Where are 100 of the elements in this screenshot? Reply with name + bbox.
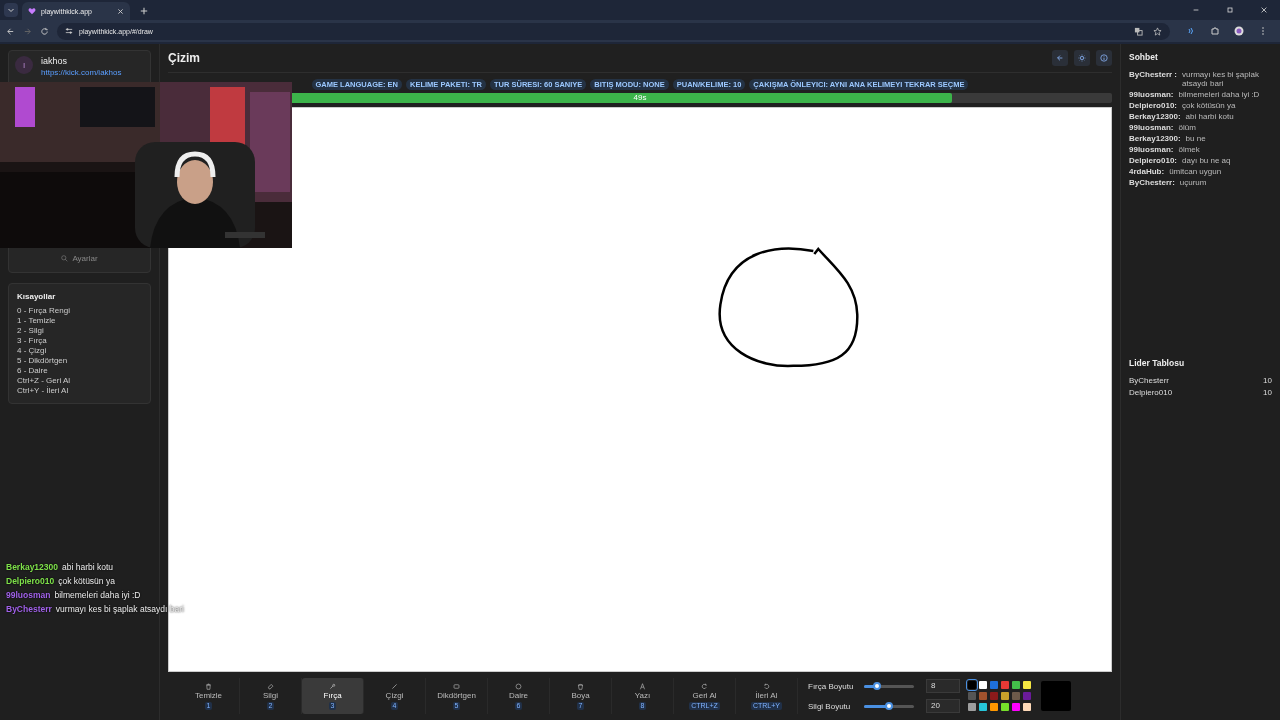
chat-username: Delpiero010: bbox=[1129, 156, 1178, 165]
chat-title: Sohbet bbox=[1129, 52, 1159, 62]
size-slider[interactable] bbox=[864, 684, 914, 688]
color-swatch[interactable] bbox=[1001, 681, 1009, 689]
chat-username: Berkay12300: bbox=[1129, 112, 1181, 121]
restore-icon[interactable] bbox=[1226, 6, 1234, 14]
color-swatch[interactable] bbox=[1001, 703, 1009, 711]
shortcut-item: Ctrl+Y - İleri Al bbox=[17, 386, 70, 395]
stream-chat-line: Delpiero010 çok kötüsün ya bbox=[6, 576, 116, 586]
back-button[interactable] bbox=[1052, 50, 1068, 66]
color-swatch[interactable] bbox=[1023, 681, 1031, 689]
settings-button[interactable]: Ayarlar bbox=[55, 253, 104, 264]
site-settings-icon[interactable] bbox=[65, 27, 73, 35]
color-swatch[interactable] bbox=[990, 692, 998, 700]
new-tab-icon[interactable] bbox=[140, 7, 148, 15]
player-score: 10 bbox=[1263, 388, 1272, 397]
color-swatch[interactable] bbox=[968, 692, 976, 700]
sun-icon bbox=[1078, 54, 1086, 62]
chat-message: bu ne bbox=[1185, 134, 1206, 143]
shortcut-item: 4 - Çizgi bbox=[17, 346, 48, 355]
shortcut-item: 3 - Fırça bbox=[17, 336, 48, 345]
info-icon bbox=[1100, 54, 1108, 62]
slider-thumb[interactable] bbox=[872, 682, 881, 690]
minimize-icon[interactable] bbox=[1192, 6, 1200, 14]
heart-icon bbox=[28, 7, 36, 15]
line-icon bbox=[391, 682, 398, 690]
user-avatar: I bbox=[15, 56, 33, 74]
drawing-canvas[interactable] bbox=[168, 107, 1112, 672]
translate-icon[interactable] bbox=[1134, 26, 1143, 36]
timer-label: 49s bbox=[633, 93, 647, 103]
shortcut-item: 6 - Daire bbox=[17, 366, 49, 375]
user-name: iakhos bbox=[41, 56, 68, 66]
color-swatch[interactable] bbox=[1012, 703, 1020, 711]
color-swatch[interactable] bbox=[990, 681, 998, 689]
chat-username: ByChesterr: bbox=[1129, 178, 1175, 187]
slider-label: Silgi Boyutu bbox=[808, 701, 852, 711]
color-swatch[interactable] bbox=[1012, 692, 1020, 700]
color-swatch[interactable] bbox=[968, 703, 976, 711]
chat-username: ByChesterr : bbox=[1129, 70, 1177, 81]
forward-icon[interactable] bbox=[23, 26, 32, 36]
color-swatch[interactable] bbox=[1012, 681, 1020, 689]
chat-message: ölüm bbox=[1178, 123, 1196, 132]
player-name: ByChesterr bbox=[1129, 376, 1169, 385]
color-swatch[interactable] bbox=[979, 681, 987, 689]
player-name: Delpiero010 bbox=[1129, 388, 1173, 397]
color-swatch[interactable] bbox=[979, 692, 987, 700]
player-score: 10 bbox=[1263, 376, 1272, 385]
chat-message: abi harbi kotu bbox=[1185, 112, 1234, 121]
stream-chat-line: 99luosman bilmemeleri daha iyi :D bbox=[6, 590, 142, 600]
color-swatch[interactable] bbox=[990, 703, 998, 711]
chat-message: çok kötüsün ya bbox=[1182, 101, 1236, 110]
chat-username: 99luosman: bbox=[1129, 123, 1174, 132]
arrow-left-icon bbox=[1056, 54, 1064, 62]
chat-username: Berkay12300: bbox=[1129, 134, 1181, 143]
color-swatch[interactable] bbox=[1001, 692, 1009, 700]
star-icon[interactable] bbox=[1153, 26, 1162, 36]
chat-message: bilmemeleri daha iyi :D bbox=[1178, 90, 1260, 99]
shortcut-item: 1 - Temizle bbox=[17, 316, 57, 325]
chat-username: 4rdaHub: bbox=[1129, 167, 1165, 176]
slider-label: Fırça Boyutu bbox=[808, 681, 855, 691]
chat-message: uçurum bbox=[1179, 178, 1207, 187]
trash-icon bbox=[205, 682, 212, 690]
search-icon bbox=[61, 255, 69, 262]
stream-chat-line: Berkay12300 abi harbi kotu bbox=[6, 562, 115, 572]
close-icon[interactable] bbox=[117, 7, 124, 15]
size-input[interactable]: 8 bbox=[926, 679, 960, 693]
reload-icon[interactable] bbox=[40, 26, 49, 36]
chat-username: 99luosman: bbox=[1129, 145, 1174, 154]
color-swatch[interactable] bbox=[968, 681, 976, 689]
color-swatch[interactable] bbox=[1023, 692, 1031, 700]
profile-avatar-icon[interactable] bbox=[1234, 26, 1244, 36]
size-slider[interactable] bbox=[864, 704, 914, 708]
chat-message: ölmek bbox=[1178, 145, 1200, 154]
tab-list-icon[interactable] bbox=[4, 3, 18, 17]
letter-icon bbox=[639, 682, 646, 690]
circle-icon bbox=[515, 682, 522, 690]
chat-username: Delpiero010: bbox=[1129, 101, 1178, 110]
shortcut-item: 2 - Silgi bbox=[17, 326, 45, 335]
close-icon[interactable] bbox=[1260, 6, 1268, 14]
slider-thumb[interactable] bbox=[885, 702, 893, 710]
info-button[interactable] bbox=[1096, 50, 1112, 66]
color-swatch[interactable] bbox=[1023, 703, 1031, 711]
chat-message: ümitcan uygun bbox=[1169, 167, 1222, 176]
undo-icon bbox=[701, 682, 708, 690]
broadcast-icon[interactable] bbox=[1186, 26, 1196, 36]
brush-icon bbox=[329, 682, 336, 690]
color-swatch[interactable] bbox=[979, 703, 987, 711]
shortcut-item: 0 - Fırça Rengi bbox=[17, 306, 71, 315]
current-color-swatch[interactable] bbox=[1041, 681, 1071, 711]
shortcuts-title: Kısayollar bbox=[17, 292, 57, 301]
stream-chat-line: ByChesterr vurmayı kes bi şaplak atsaydı bari bbox=[6, 604, 184, 614]
chat-message: dayı bu ne aq bbox=[1182, 156, 1231, 165]
redo-icon bbox=[763, 682, 770, 690]
shortcut-item: 5 - Dikdörtgen bbox=[17, 356, 69, 365]
size-input[interactable]: 20 bbox=[926, 699, 960, 713]
shortcut-item: Ctrl+Z - Geri Al bbox=[17, 376, 72, 385]
theme-button[interactable] bbox=[1074, 50, 1090, 66]
back-icon[interactable] bbox=[6, 26, 15, 36]
channel-link[interactable]: https://kick.com/iakhos bbox=[41, 68, 122, 77]
page-title: Çizim bbox=[168, 51, 200, 65]
